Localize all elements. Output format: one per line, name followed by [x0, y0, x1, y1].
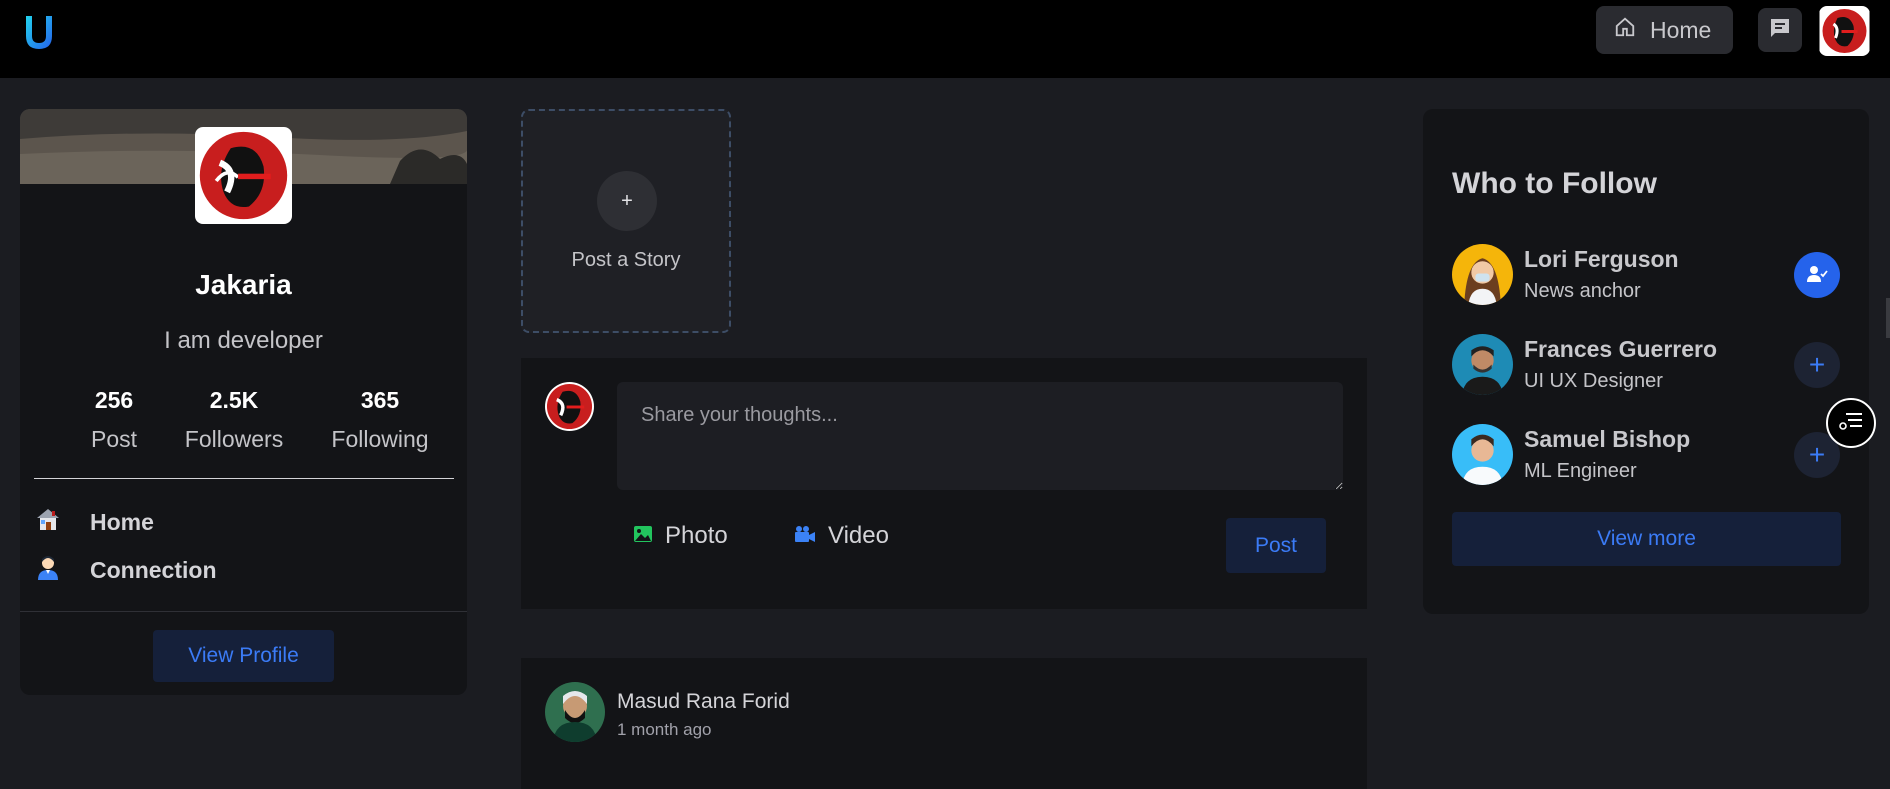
post-composer: Photo Video Post — [521, 358, 1367, 609]
home-icon — [1614, 16, 1636, 44]
video-camera-icon — [794, 522, 816, 550]
plus-icon: + — [1808, 439, 1826, 470]
nav-home-label: Home — [1650, 16, 1712, 43]
photo-button[interactable]: Photo — [633, 518, 728, 554]
stat-followers: 2.5K Followers — [164, 387, 304, 453]
suggestion-role: UI UX Designer — [1524, 370, 1663, 392]
sidebar-item-label: Connection — [90, 556, 217, 583]
suggestion-role: ML Engineer — [1524, 460, 1637, 482]
sidebar-item-label: Home — [90, 508, 154, 535]
profile-card: Jakaria I am developer 256 Post 2.5K Fol… — [20, 109, 467, 695]
stat-value: 256 — [94, 387, 134, 413]
suggestion-role: News anchor — [1524, 280, 1641, 302]
profile-bio: I am developer — [164, 327, 323, 354]
plus-icon: + — [1808, 349, 1826, 380]
suggestion-name[interactable]: Lori Ferguson — [1524, 246, 1679, 273]
suggestion-name[interactable]: Samuel Bishop — [1524, 426, 1690, 453]
video-button[interactable]: Video — [794, 518, 889, 554]
message-icon — [1768, 16, 1792, 45]
logo-icon[interactable] — [22, 14, 56, 50]
suggestion-name[interactable]: Frances Guerrero — [1524, 336, 1717, 363]
messages-button[interactable] — [1758, 8, 1802, 52]
photo-label: Photo — [665, 522, 728, 549]
video-label: Video — [828, 522, 889, 549]
story-label: Post a Story — [571, 249, 681, 271]
stat-posts: 256 Post — [64, 387, 164, 453]
person-icon — [34, 553, 62, 587]
house-icon — [34, 505, 62, 539]
follow-suggestion: Lori Ferguson News anchor — [1452, 244, 1842, 306]
stat-label: Following — [331, 426, 429, 452]
image-icon — [633, 522, 653, 550]
follow-suggestion: Samuel Bishop ML Engineer + — [1452, 424, 1842, 486]
composer-avatar — [545, 382, 594, 431]
who-to-follow-card: Who to Follow Lori Ferguson News anchor — [1423, 109, 1869, 614]
feed-post: Masud Rana Forid 1 month ago — [521, 658, 1367, 789]
sidebar-item-home[interactable]: Home — [34, 504, 154, 540]
follow-button[interactable]: + — [1794, 342, 1840, 388]
profile-stats: 256 Post 2.5K Followers 365 Following — [20, 387, 467, 457]
post-author[interactable]: Masud Rana Forid — [617, 690, 790, 714]
sidebar-item-connection[interactable]: Connection — [34, 552, 217, 588]
toc-floating-button[interactable] — [1826, 398, 1876, 448]
suggestion-avatar[interactable] — [1452, 334, 1513, 395]
post-story-card[interactable]: + Post a Story — [521, 109, 731, 333]
nav-home-button[interactable]: Home — [1596, 6, 1733, 54]
suggestion-avatar[interactable] — [1452, 424, 1513, 485]
top-navbar: Home — [0, 0, 1890, 78]
user-check-icon — [1806, 259, 1828, 291]
share-thoughts-input[interactable] — [617, 382, 1343, 490]
divider — [20, 611, 467, 612]
stat-value: 2.5K — [209, 387, 259, 413]
author-avatar[interactable] — [545, 682, 605, 742]
follow-suggestion: Frances Guerrero UI UX Designer + — [1452, 334, 1842, 396]
view-profile-button[interactable]: View Profile — [153, 630, 334, 682]
divider — [34, 478, 454, 479]
profile-name: Jakaria — [195, 269, 292, 300]
suggestion-avatar[interactable] — [1452, 244, 1513, 305]
stat-value: 365 — [360, 387, 400, 413]
profile-avatar[interactable] — [195, 127, 292, 224]
post-timestamp: 1 month ago — [617, 720, 712, 739]
list-icon — [1838, 410, 1864, 437]
view-more-button[interactable]: View more — [1452, 512, 1841, 566]
post-button[interactable]: Post — [1226, 518, 1326, 573]
stat-label: Followers — [184, 426, 284, 452]
scrollbar-thumb[interactable] — [1886, 298, 1890, 338]
add-story-button[interactable]: + — [597, 171, 657, 231]
user-avatar[interactable] — [1819, 6, 1870, 56]
who-to-follow-title: Who to Follow — [1452, 167, 1657, 200]
stat-label: Post — [90, 426, 138, 452]
followed-button[interactable] — [1794, 252, 1840, 298]
stat-following: 365 Following — [310, 387, 450, 453]
